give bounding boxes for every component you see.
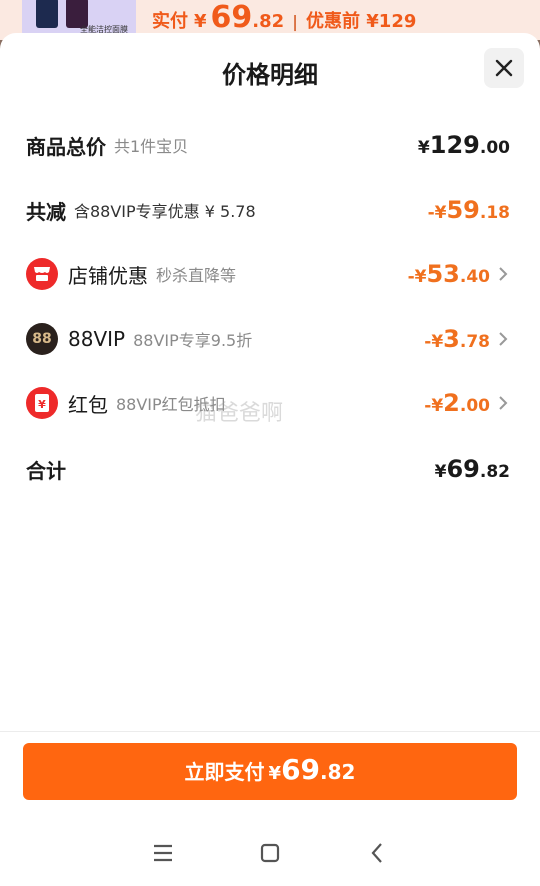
- back-icon[interactable]: [357, 833, 397, 873]
- chevron-right-icon: [494, 395, 512, 411]
- 88vip-detail: 88VIP专享9.5折: [133, 331, 253, 350]
- home-icon[interactable]: [250, 833, 290, 873]
- original-price: 优惠前 ¥129: [306, 11, 417, 32]
- paid-price-int: 69: [210, 0, 253, 35]
- reduction-label: 共减: [26, 199, 66, 224]
- row-red-packet[interactable]: ¥ 红包 88VIP红包抵扣 -¥ 2.00: [26, 383, 512, 423]
- paid-price-dec: .82: [252, 11, 285, 32]
- 88vip-icon: 88: [26, 323, 58, 355]
- pay-now-amount-dec: .82: [320, 760, 356, 784]
- red-packet-amount: -¥ 2.00: [424, 389, 490, 417]
- close-icon: [495, 59, 513, 77]
- pay-now-button[interactable]: 立即支付 ¥ 69 .82: [23, 743, 517, 800]
- red-packet-detail: 88VIP红包抵扣: [116, 395, 226, 414]
- price-separator: |: [292, 12, 299, 31]
- red-packet-label: 红包: [68, 392, 108, 417]
- pay-now-amount-int: 69: [281, 753, 321, 786]
- row-88vip-discount[interactable]: 88 88VIP 88VIP专享9.5折 -¥ 3.78: [26, 319, 512, 359]
- paid-price-summary: 实付 ¥ 69 .82 | 优惠前 ¥129: [152, 0, 416, 35]
- reduction-amount: -¥ 59.18: [427, 196, 510, 224]
- store-discount-label: 店铺优惠: [68, 263, 148, 288]
- sheet-title: 价格明细: [222, 61, 318, 89]
- divider: [0, 731, 540, 732]
- paid-label: 实付: [152, 11, 188, 32]
- sum-label: 合计: [26, 458, 66, 483]
- reduction-detail: 含88VIP专享优惠 ¥ 5.78: [74, 202, 256, 221]
- close-button[interactable]: [484, 48, 524, 88]
- menu-icon[interactable]: [143, 833, 183, 873]
- chevron-right-icon: [494, 266, 512, 282]
- 88vip-label: 88VIP: [68, 327, 126, 351]
- total-price-label: 商品总价: [26, 134, 106, 159]
- 88vip-amount: -¥ 3.78: [424, 325, 490, 353]
- pay-now-label: 立即支付: [184, 760, 265, 784]
- item-count: 共1件宝贝: [114, 137, 189, 156]
- store-icon: [26, 258, 58, 290]
- chevron-right-icon: [494, 331, 512, 347]
- store-discount-detail: 秒杀直降等: [156, 266, 237, 285]
- row-total-reduction: 共减 含88VIP专享优惠 ¥ 5.78 -¥ 59.18: [26, 190, 510, 230]
- row-store-discount[interactable]: 店铺优惠 秒杀直降等 -¥ 53.40: [26, 254, 512, 294]
- row-sum: 合计 ¥69.82: [26, 449, 510, 489]
- total-price-amount: ¥129.00: [417, 131, 510, 159]
- system-navigation-bar: [0, 828, 540, 878]
- paid-yen: ¥: [194, 11, 207, 32]
- store-discount-amount: -¥ 53.40: [407, 260, 490, 288]
- svg-text:¥: ¥: [38, 398, 46, 411]
- red-packet-icon: ¥: [26, 387, 58, 419]
- price-detail-sheet: 价格明细 商品总价 共1件宝贝 ¥129.00 共减 含88VIP专享优惠 ¥ …: [0, 33, 540, 886]
- sum-amount: ¥69.82: [434, 455, 510, 483]
- row-total-price: 商品总价 共1件宝贝 ¥129.00: [26, 125, 510, 165]
